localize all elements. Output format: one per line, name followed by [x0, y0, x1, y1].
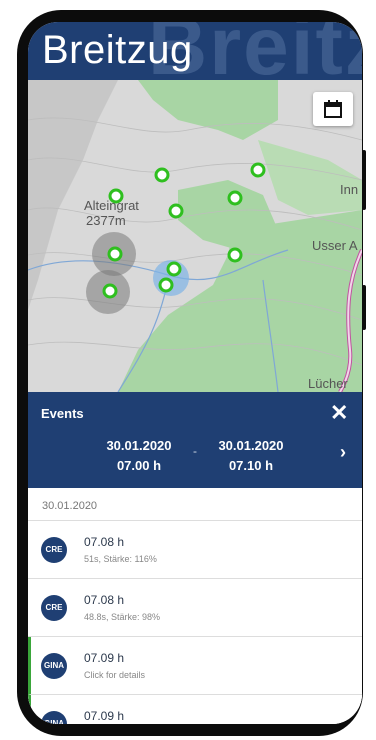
event-detail: 48.8s, Stärke: 98%	[84, 612, 161, 622]
side-button	[362, 285, 366, 330]
event-list: 30.01.2020 CRE 07.08 h 51s, Stärke: 116%…	[28, 488, 362, 724]
map-canvas	[28, 80, 362, 392]
side-button	[362, 150, 366, 210]
event-type-badge: GINA	[41, 711, 67, 724]
list-item[interactable]: GINA 07.09 h	[28, 695, 362, 724]
range-start-date: 30.01.2020	[106, 438, 172, 453]
app-screen: Breitzug Breitzug	[28, 22, 362, 724]
event-type-badge: GINA	[41, 653, 67, 679]
chevron-right-icon[interactable]: ›	[340, 442, 346, 463]
list-item[interactable]: CRE 07.08 h 51s, Stärke: 116%	[28, 521, 362, 579]
map-label-peak-elevation: 2377m	[86, 213, 126, 228]
event-type-badge: CRE	[41, 595, 67, 621]
range-start-time: 07.00 h	[116, 458, 162, 473]
event-detail: 51s, Stärke: 116%	[84, 554, 157, 564]
range-separator: -	[193, 444, 197, 458]
page-title: Breitzug	[42, 28, 193, 72]
range-end-date: 30.01.2020	[218, 438, 284, 453]
calendar-button[interactable]	[313, 92, 353, 126]
list-item[interactable]: CRE 07.08 h 48.8s, Stärke: 98%	[28, 579, 362, 637]
event-type-badge: CRE	[41, 537, 67, 563]
day-header-label: 30.01.2020	[42, 500, 98, 512]
map-label-inn: Inn	[340, 182, 359, 197]
app-header: Breitzug Breitzug	[28, 22, 362, 80]
range-start[interactable]: 30.01.2020 07.00 h	[98, 436, 180, 476]
map-label-lucher: Lücher	[308, 376, 348, 391]
map-label-usser: Usser A	[312, 238, 358, 253]
events-title: Events	[41, 406, 84, 421]
map-label-peak-name: Alteingrat	[84, 198, 139, 213]
range-end[interactable]: 30.01.2020 07.10 h	[210, 436, 292, 476]
event-time: 07.08 h	[84, 593, 125, 607]
day-header: 30.01.2020	[28, 488, 362, 521]
map-view[interactable]: Alteingrat 2377m Inn Usser A Lücher	[28, 80, 362, 392]
range-end-time: 07.10 h	[228, 458, 274, 473]
event-time: 07.09 h	[84, 651, 125, 665]
event-detail: Click for details	[84, 670, 146, 680]
events-panel: Events ✕ 30.01.2020 07.00 h - 30.01.2020…	[28, 392, 362, 488]
event-time: 07.09 h	[84, 709, 125, 723]
list-item[interactable]: GINA 07.09 h Click for details	[28, 637, 362, 695]
event-time: 07.08 h	[84, 535, 125, 549]
close-icon[interactable]: ✕	[330, 402, 348, 424]
calendar-icon	[324, 100, 342, 118]
